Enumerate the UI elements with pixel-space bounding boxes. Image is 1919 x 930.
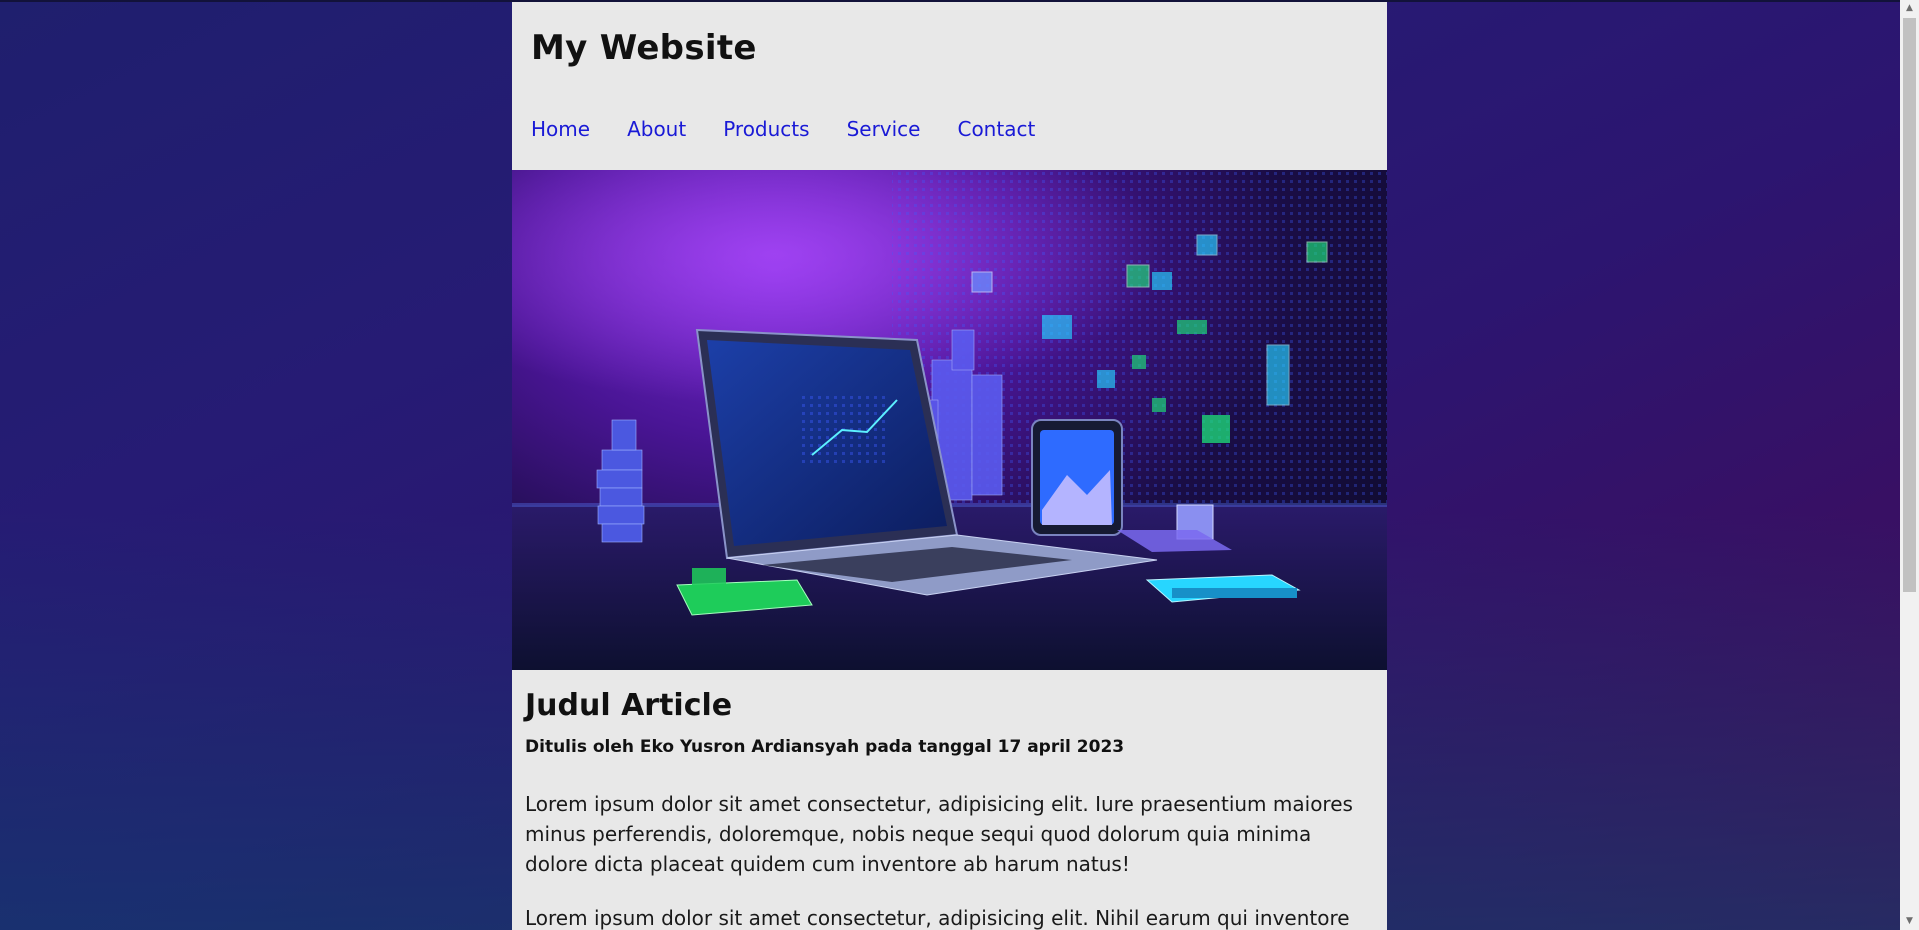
page-container: My Website Home About Products Service C… (512, 2, 1387, 930)
vertical-scrollbar[interactable]: ▲ ▼ (1900, 0, 1919, 930)
nav-link-products[interactable]: Products (723, 117, 809, 141)
article-byline: Ditulis oleh Eko Yusron Ardiansyah pada … (525, 737, 1125, 757)
main-nav: Home About Products Service Contact (531, 117, 1072, 141)
hero-image (512, 170, 1387, 670)
hero-illustration (512, 170, 1387, 670)
scroll-up-arrow-icon[interactable]: ▲ (1900, 0, 1919, 17)
site-header: My Website Home About Products Service C… (512, 2, 1387, 170)
article-paragraph: Lorem ipsum dolor sit amet consectetur, … (525, 792, 1353, 876)
site-title: My Website (531, 28, 757, 68)
nav-link-about[interactable]: About (627, 117, 686, 141)
article-title: Judul Article (525, 688, 733, 723)
tablet-icon (1031, 419, 1123, 536)
nav-link-contact[interactable]: Contact (957, 117, 1035, 141)
scroll-down-arrow-icon[interactable]: ▼ (1900, 913, 1919, 930)
nav-link-service[interactable]: Service (847, 117, 921, 141)
article-paragraph: Lorem ipsum dolor sit amet consectetur, … (525, 906, 1350, 930)
nav-link-home[interactable]: Home (531, 117, 590, 141)
scrollbar-thumb[interactable] (1903, 18, 1916, 592)
article: Judul Article Ditulis oleh Eko Yusron Ar… (512, 670, 1387, 930)
